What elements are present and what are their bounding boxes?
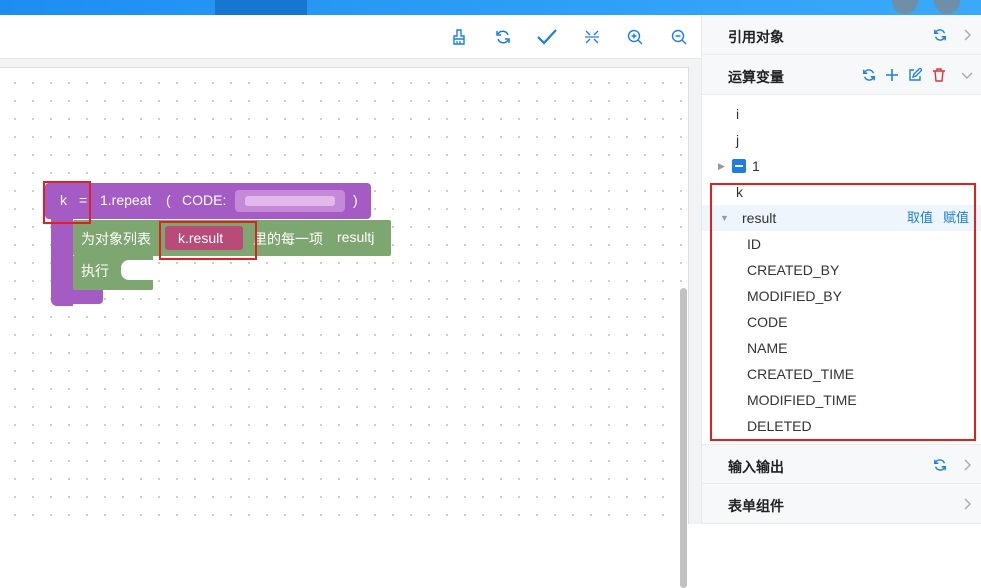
highlight-list-value xyxy=(159,221,257,260)
block-paren-close: ) xyxy=(353,192,358,208)
chevron-right-icon[interactable] xyxy=(959,496,975,512)
active-top-tab[interactable] xyxy=(215,0,307,15)
section-io-title: 输入输出 xyxy=(728,459,784,475)
foreach-prefix: 为对象列表 xyxy=(81,231,151,247)
top-app-bar xyxy=(0,0,981,15)
chevron-right-icon[interactable] xyxy=(959,27,975,43)
section-ref-objects-title: 引用对象 xyxy=(728,29,784,45)
canvas-scrollbar[interactable] xyxy=(680,288,687,588)
highlight-result-tree xyxy=(710,183,976,441)
foreach-exec-row[interactable]: 执行 xyxy=(73,256,153,290)
refresh-icon[interactable] xyxy=(932,27,948,43)
highlight-var-k xyxy=(43,181,91,224)
repeat-block-header[interactable]: k = 1.repeat ( CODE: ) xyxy=(45,183,371,219)
tree-item-1[interactable]: ▶ 1 xyxy=(702,153,981,179)
foreach-suffix: 里的每一项 xyxy=(253,231,323,247)
block-paren-open: ( xyxy=(166,192,171,208)
top-avatar-1[interactable] xyxy=(892,0,918,14)
section-io[interactable]: 输入输出 xyxy=(702,444,981,484)
trash-icon[interactable] xyxy=(931,67,947,83)
block-call-name: 1.repeat xyxy=(100,192,152,208)
refresh-icon[interactable] xyxy=(932,457,948,473)
chevron-down-icon[interactable] xyxy=(959,67,975,83)
collapse-box-icon[interactable] xyxy=(732,159,746,173)
section-variables[interactable]: 运算变量 xyxy=(702,55,981,95)
section-variables-title: 运算变量 xyxy=(728,69,784,85)
editor-toolbar xyxy=(0,15,701,59)
section-form-components-title: 表单组件 xyxy=(728,498,784,514)
exec-label: 执行 xyxy=(81,263,109,279)
chevron-right-icon[interactable] xyxy=(959,457,975,473)
tree-item-j[interactable]: j xyxy=(702,127,981,153)
refresh-icon[interactable] xyxy=(861,67,877,83)
tree-item-i[interactable]: i xyxy=(702,101,981,127)
zoom-out-icon[interactable] xyxy=(667,25,691,49)
section-form-components[interactable]: 表单组件 xyxy=(702,484,981,524)
workspace-canvas[interactable]: k = 1.repeat ( CODE: ) 为对象列表 k.result 里的… xyxy=(0,67,689,588)
zoom-in-icon[interactable] xyxy=(623,25,647,49)
check-icon[interactable] xyxy=(535,25,559,49)
right-panel: 引用对象 运算变量 i j ▶ 1 k ▼ result 取值 赋值 ID CR… xyxy=(701,15,981,524)
brush-icon[interactable] xyxy=(447,25,471,49)
plus-icon[interactable] xyxy=(884,67,900,83)
code-value-slot[interactable] xyxy=(235,190,345,212)
collapse-icon[interactable] xyxy=(580,25,604,49)
foreach-item-var: resultj xyxy=(337,229,375,245)
block-code-label: CODE: xyxy=(182,192,227,208)
block-editor: k = 1.repeat ( CODE: ) 为对象列表 k.result 里的… xyxy=(0,15,701,588)
exec-slot[interactable] xyxy=(121,260,153,280)
blurred-code-value xyxy=(245,196,335,206)
section-ref-objects[interactable]: 引用对象 xyxy=(702,15,981,55)
caret-right-icon[interactable]: ▶ xyxy=(718,153,725,179)
refresh-icon[interactable] xyxy=(491,25,515,49)
top-avatar-2[interactable] xyxy=(934,0,960,14)
edit-icon[interactable] xyxy=(907,67,923,83)
